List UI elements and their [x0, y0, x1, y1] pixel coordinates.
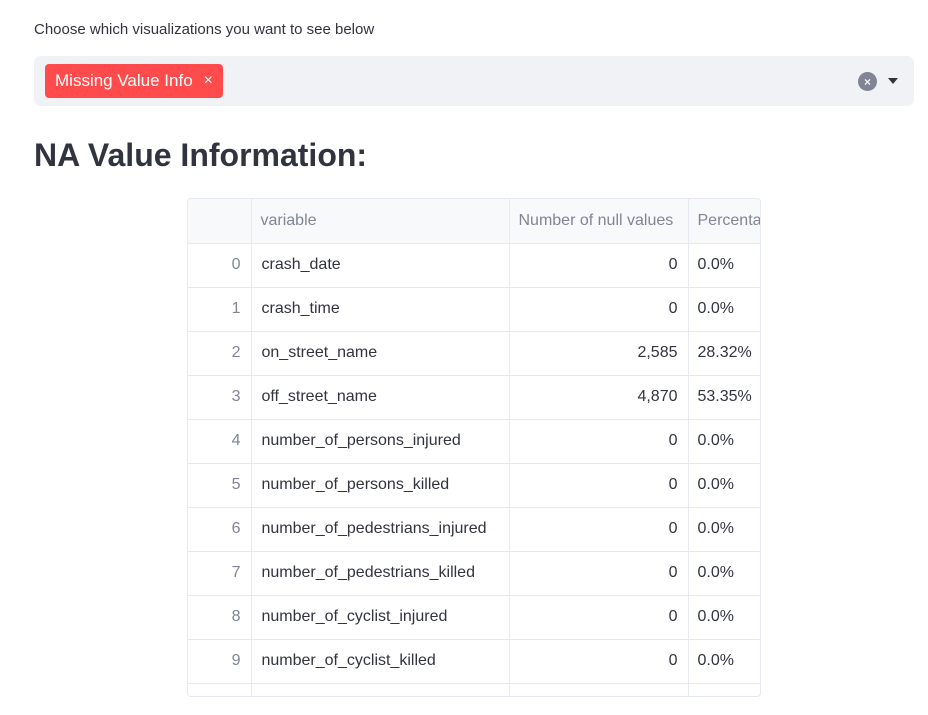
cell-variable[interactable]: number_of_pedestrians_injured	[251, 507, 510, 552]
row-index[interactable]: 1	[188, 287, 252, 332]
row-index[interactable]: 0	[188, 243, 252, 288]
column-header-percentage[interactable]: Percentage	[688, 199, 760, 244]
cell-variable[interactable]: number_of_persons_injured	[251, 419, 510, 464]
selected-chip-missing-value-info: Missing Value Info ×	[45, 64, 223, 98]
row-index[interactable]: 7	[188, 551, 252, 596]
cell-variable[interactable]: on_street_name	[251, 331, 510, 376]
clear-all-icon[interactable]: ×	[858, 72, 877, 91]
visualization-multiselect[interactable]: Missing Value Info × ×	[34, 56, 914, 106]
cell-percentage[interactable]: 0.0%	[688, 639, 760, 684]
table-row[interactable]: 9 number_of_cyclist_killed 0 0.0%	[188, 639, 760, 684]
cell-null-count[interactable]: 0	[509, 463, 689, 508]
cell-variable[interactable]: crash_time	[251, 287, 510, 332]
cell-variable[interactable]: number_of_cyclist_injured	[251, 595, 510, 640]
cell-percentage[interactable]: 0.0%	[688, 683, 760, 696]
cell-percentage[interactable]: 0.0%	[688, 463, 760, 508]
cell-variable[interactable]: off_street_name	[251, 375, 510, 420]
row-index[interactable]: 3	[188, 375, 252, 420]
table-row[interactable]: 8 number_of_cyclist_injured 0 0.0%	[188, 595, 760, 640]
row-index[interactable]: 4	[188, 419, 252, 464]
cell-variable[interactable]: crash_date	[251, 243, 510, 288]
data-table[interactable]: variable Number of null values Percentag…	[187, 198, 761, 697]
cell-percentage[interactable]: 0.0%	[688, 287, 760, 332]
cell-null-count[interactable]: 0	[509, 683, 689, 696]
table-row[interactable]: 2 on_street_name 2,585 28.32%	[188, 331, 760, 376]
row-index[interactable]: 8	[188, 595, 252, 640]
row-index[interactable]: 2	[188, 331, 252, 376]
table-header-row: variable Number of null values Percentag…	[188, 199, 760, 244]
row-index[interactable]: 10	[188, 683, 252, 696]
cell-null-count[interactable]: 0	[509, 287, 689, 332]
cell-variable[interactable]: number_of_pedestrians_killed	[251, 551, 510, 596]
cell-null-count[interactable]: 0	[509, 639, 689, 684]
cell-null-count[interactable]: 0	[509, 243, 689, 288]
table-row[interactable]: 7 number_of_pedestrians_killed 0 0.0%	[188, 551, 760, 596]
table-row[interactable]: 5 number_of_persons_killed 0 0.0%	[188, 463, 760, 508]
table-row[interactable]: 10number_of_motorist_injured00.0%	[188, 683, 760, 696]
cell-percentage[interactable]: 0.0%	[688, 551, 760, 596]
cell-percentage[interactable]: 53.35%	[688, 375, 760, 420]
table-row[interactable]: 3 off_street_name 4,870 53.35%	[188, 375, 760, 420]
cell-null-count[interactable]: 0	[509, 595, 689, 640]
column-header-index[interactable]	[188, 199, 252, 244]
page-title: NA Value Information:	[34, 137, 368, 173]
table-row[interactable]: 1 crash_time 0 0.0%	[188, 287, 760, 332]
cell-percentage[interactable]: 0.0%	[688, 243, 760, 288]
chip-label: Missing Value Info	[55, 71, 193, 90]
cell-null-count[interactable]: 0	[509, 551, 689, 596]
cell-percentage[interactable]: 28.32%	[688, 331, 760, 376]
row-index[interactable]: 6	[188, 507, 252, 552]
cell-null-count[interactable]: 4,870	[509, 375, 689, 420]
table-row[interactable]: 4 number_of_persons_injured 0 0.0%	[188, 419, 760, 464]
row-index[interactable]: 9	[188, 639, 252, 684]
table-row[interactable]: 6 number_of_pedestrians_injured 0 0.0%	[188, 507, 760, 552]
cell-percentage[interactable]: 0.0%	[688, 507, 760, 552]
column-header-variable[interactable]: variable	[251, 199, 510, 244]
table-row[interactable]: 0 crash_date 0 0.0%	[188, 243, 760, 288]
close-icon[interactable]: ×	[204, 73, 213, 89]
cell-null-count[interactable]: 0	[509, 507, 689, 552]
cell-percentage[interactable]: 0.0%	[688, 419, 760, 464]
cell-null-count[interactable]: 0	[509, 419, 689, 464]
row-index[interactable]: 5	[188, 463, 252, 508]
cell-percentage[interactable]: 0.0%	[688, 595, 760, 640]
cell-variable[interactable]: number_of_motorist_injured	[251, 683, 510, 696]
cell-variable[interactable]: number_of_persons_killed	[251, 463, 510, 508]
chevron-down-icon[interactable]	[888, 78, 898, 84]
column-header-null-values[interactable]: Number of null values	[509, 199, 689, 244]
cell-variable[interactable]: number_of_cyclist_killed	[251, 639, 510, 684]
cell-null-count[interactable]: 2,585	[509, 331, 689, 376]
multiselect-label: Choose which visualizations you want to …	[34, 21, 375, 38]
